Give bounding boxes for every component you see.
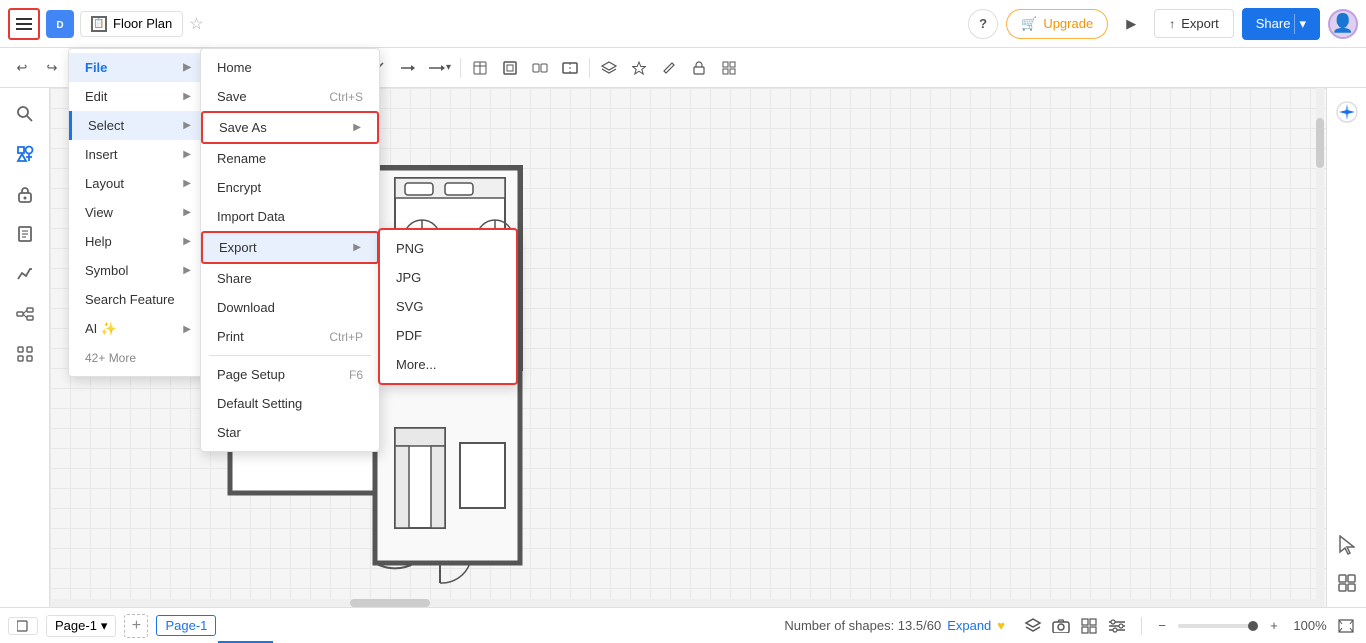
star-icon[interactable]: ☆ [189, 14, 203, 34]
header: D 📋 Floor Plan ☆ ? 🛒 Upgrade ▶ ↑ Export … [0, 0, 1366, 48]
export-submenu: PNG JPG SVG PDF More... [378, 228, 518, 385]
export-svg[interactable]: SVG [380, 292, 516, 321]
submenu-download[interactable]: Download [201, 293, 379, 322]
menu-item-help[interactable]: Help ▶ [69, 227, 207, 256]
hamburger-icon [16, 18, 32, 30]
export-icon: ↑ [1169, 17, 1175, 31]
submenu-home[interactable]: Home [201, 53, 379, 82]
doc-title: Floor Plan [113, 16, 172, 31]
share-button[interactable]: Share ▾ [1242, 8, 1320, 40]
cart-icon: 🛒 [1021, 16, 1037, 32]
submenu-rename[interactable]: Rename [201, 144, 379, 173]
hamburger-button[interactable] [8, 8, 40, 40]
avatar[interactable]: 👤 [1328, 9, 1358, 39]
menu-item-view[interactable]: View ▶ [69, 198, 207, 227]
submenu-star[interactable]: Star [201, 418, 379, 447]
export-jpg[interactable]: JPG [380, 263, 516, 292]
submenu-save-as[interactable]: Save As ▶ [201, 111, 379, 144]
doc-icon: 📋 [91, 16, 107, 32]
menu-item-edit[interactable]: Edit ▶ [69, 82, 207, 111]
app-logo: D [46, 10, 74, 38]
export-button[interactable]: ↑ Export [1154, 9, 1234, 38]
file-submenu: Home Save Ctrl+S Save As ▶ Rename Encryp… [200, 48, 380, 452]
header-right: ? 🛒 Upgrade ▶ ↑ Export Share ▾ 👤 [968, 8, 1358, 40]
help-button[interactable]: ? [968, 9, 998, 39]
submenu-save[interactable]: Save Ctrl+S [201, 82, 379, 111]
submenu-page-setup[interactable]: Page Setup F6 [201, 360, 379, 389]
submenu-share[interactable]: Share [201, 264, 379, 293]
export-pdf[interactable]: PDF [380, 321, 516, 350]
play-button[interactable]: ▶ [1116, 9, 1146, 39]
menu-separator [209, 355, 371, 356]
menu-item-file[interactable]: File ▶ [69, 53, 207, 82]
menu-item-search[interactable]: Search Feature [69, 285, 207, 314]
header-left: D 📋 Floor Plan ☆ [8, 8, 204, 40]
menu-overlay[interactable]: File ▶ Edit ▶ Select ▶ Insert ▶ Layout ▶… [0, 48, 1366, 643]
submenu-encrypt[interactable]: Encrypt [201, 173, 379, 202]
menu-item-more[interactable]: 42+ More [69, 344, 207, 372]
menu-item-ai[interactable]: AI ✨ ▶ [69, 314, 207, 344]
menu-item-symbol[interactable]: Symbol ▶ [69, 256, 207, 285]
main-menu: File ▶ Edit ▶ Select ▶ Insert ▶ Layout ▶… [68, 48, 208, 377]
export-png[interactable]: PNG [380, 234, 516, 263]
upgrade-button[interactable]: 🛒 Upgrade [1006, 9, 1108, 39]
menu-item-layout[interactable]: Layout ▶ [69, 169, 207, 198]
menu-item-select[interactable]: Select ▶ [69, 111, 207, 140]
document-tab[interactable]: 📋 Floor Plan [80, 11, 183, 37]
submenu-import[interactable]: Import Data [201, 202, 379, 231]
submenu-default-setting[interactable]: Default Setting [201, 389, 379, 418]
export-more[interactable]: More... [380, 350, 516, 379]
submenu-print[interactable]: Print Ctrl+P [201, 322, 379, 351]
menu-item-insert[interactable]: Insert ▶ [69, 140, 207, 169]
submenu-export[interactable]: Export ▶ [201, 231, 379, 264]
svg-text:D: D [56, 20, 63, 31]
